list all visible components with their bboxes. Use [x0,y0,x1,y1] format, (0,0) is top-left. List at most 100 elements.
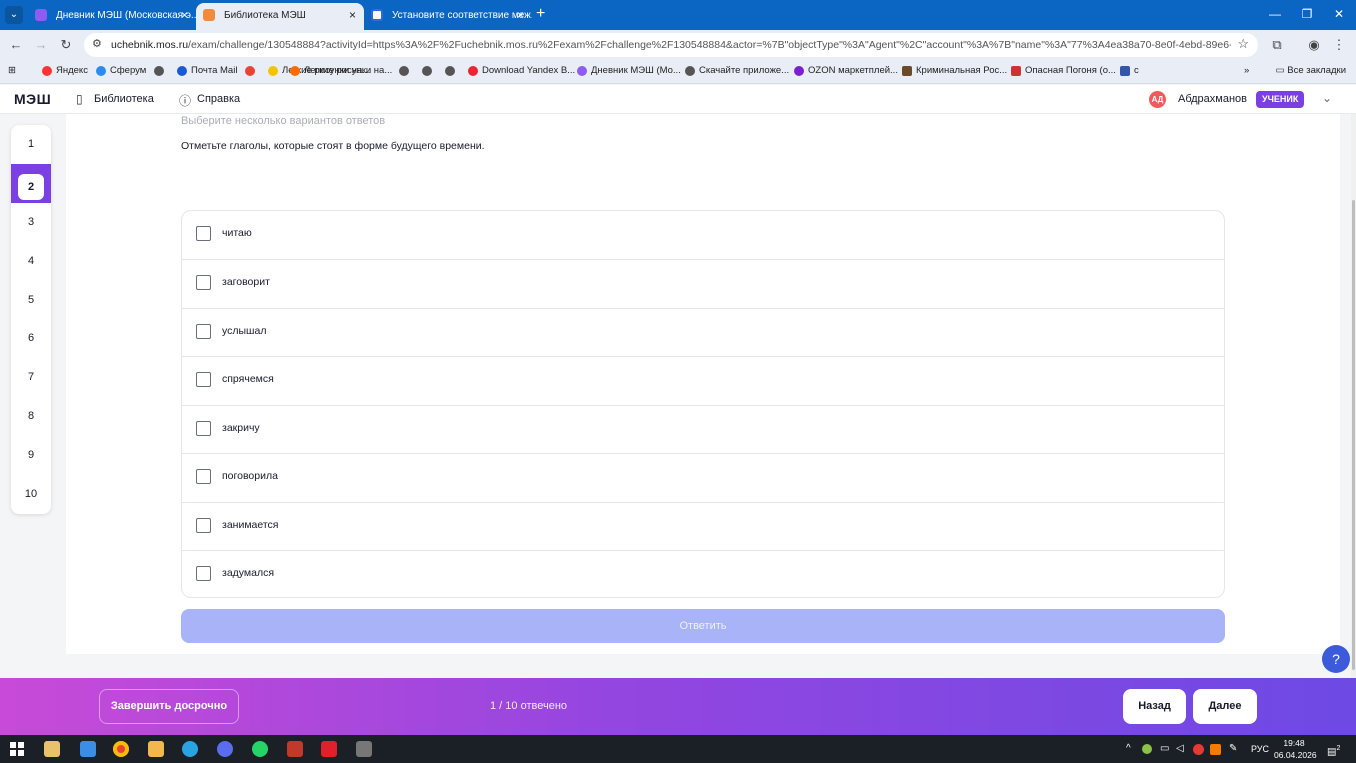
tray-app2-icon[interactable] [1210,744,1221,755]
forward-arrow-icon[interactable]: → [32,36,50,54]
messenger-icon[interactable] [217,741,233,757]
question-nav-item-active[interactable]: 2 [11,164,51,203]
question-nav-item[interactable]: 8 [11,397,51,436]
explorer-icon[interactable] [44,741,60,757]
chase-icon [1011,66,1021,76]
checkbox[interactable] [196,323,211,339]
network-icon[interactable]: ▭ [1160,741,1169,757]
whatsapp-icon[interactable] [252,741,268,757]
notifications-icon[interactable]: ▤2 [1327,741,1340,760]
question-nav-item[interactable]: 1 [11,125,51,164]
checkbox[interactable] [196,566,211,581]
minimize-icon[interactable]: — [1260,4,1290,24]
answer-option[interactable]: поговорила [182,453,1224,502]
finish-early-button[interactable]: Завершить досрочно [99,689,239,724]
apps-grid-icon[interactable]: ⊞ [8,60,16,82]
question-nav-item[interactable]: 5 [11,281,51,320]
answer-option[interactable]: занимается [182,501,1224,551]
checkbox[interactable] [196,275,211,290]
yandex-browser-icon [468,66,478,76]
pen-icon[interactable]: ✎ [1229,741,1237,757]
back-arrow-icon[interactable]: ← [7,36,25,54]
all-bookmarks[interactable]: ▭ Все закладки [1276,60,1346,82]
tray-chevron-icon[interactable]: ^ [1126,741,1131,757]
answer-button[interactable]: Ответить [181,609,1225,643]
volume-icon[interactable]: ◁ [1176,741,1184,757]
language-indicator[interactable]: РУС [1251,741,1269,757]
yandex-tray-icon[interactable] [1193,744,1204,755]
checkbox[interactable] [196,226,211,241]
answer-option[interactable]: услышал [182,307,1224,357]
next-button[interactable]: Далее [1193,689,1257,724]
folder-icon[interactable] [148,741,164,757]
winrar-icon[interactable] [287,741,303,757]
library-link[interactable]: ▯ Библиотека [76,92,154,106]
bookmark-item[interactable]: Яндекс [42,60,88,82]
exam-footer-bar: Завершить досрочно 1 / 10 отвечено Назад… [0,678,1356,735]
checkbox[interactable] [196,517,211,533]
mesh-logo[interactable]: МЭШ [14,91,51,107]
bookmark-item[interactable]: OZON маркетплей... [794,60,898,82]
answer-option[interactable]: закричу [182,404,1224,454]
question-text: Отметьте глаголы, которые стоят в форме … [181,140,485,152]
checkbox[interactable] [196,420,211,436]
bookmark-item[interactable]: Почта Mail [177,60,237,82]
clock[interactable]: 19:48 06.04.2026 [1274,737,1317,761]
profile-icon[interactable]: ◉ [1305,36,1323,54]
bookmark-item[interactable]: Легкие рисунки на... [290,60,392,82]
kaspersky-icon[interactable] [321,741,337,757]
answer-option[interactable]: задумался [182,550,1224,599]
bookmark-item[interactable]: Криминальная Рос... [902,60,1007,82]
bookmark-item[interactable]: Дневник МЭШ (Мо... [577,60,681,82]
bookmark-item[interactable]: Сферум [96,60,146,82]
tray-app-icon[interactable] [1142,744,1152,754]
bookmark-item[interactable]: Download Yandex B... [468,60,575,82]
tool-icon[interactable] [356,741,372,757]
checkbox[interactable] [196,372,211,387]
avatar[interactable]: АД [1149,91,1166,108]
chrome-icon[interactable] [113,741,129,757]
site-settings-icon[interactable]: ⚙ [92,37,102,50]
reload-icon[interactable]: ↻ [57,36,75,54]
checkbox[interactable] [196,469,211,484]
flag-icon [1120,66,1130,76]
new-tab-plus-icon[interactable]: + [536,4,545,24]
extensions-icon[interactable]: ⧉ [1268,36,1286,54]
restore-icon[interactable]: ❐ [1292,4,1322,24]
telegram-icon[interactable] [182,741,198,757]
help-link[interactable]: ⓘ Справка [179,93,240,108]
url-field[interactable]: ⚙ uchebnik.mos.ru/exam/challenge/1305488… [84,33,1258,57]
help-float-button[interactable]: ? [1322,645,1350,673]
answer-option[interactable]: заговорит [182,259,1224,308]
close-tab-icon[interactable]: × [181,3,188,28]
browser-tab-diary[interactable]: Дневник МЭШ (Московская э... × [28,3,196,30]
username[interactable]: Абдрахманов [1178,93,1247,105]
answer-option[interactable]: спрячемся [182,356,1224,405]
browser-tab-library[interactable]: Библиотека МЭШ × [196,3,364,30]
question-nav-item[interactable]: 10 [11,475,51,514]
back-button[interactable]: Назад [1123,689,1186,724]
question-nav-item[interactable]: 9 [11,436,51,475]
question-nav-item[interactable]: 7 [11,358,51,397]
google-icon [245,66,255,76]
close-window-icon[interactable]: ✕ [1324,4,1354,24]
bookmarks-overflow-icon[interactable]: » [1244,60,1249,82]
close-tab-icon[interactable]: × [517,3,524,28]
diary-favicon-icon [35,9,47,21]
browser-tab-matching[interactable]: Установите соответствие меж... × [364,3,532,30]
bookmark-item[interactable]: с [1120,60,1139,82]
question-nav-item[interactable]: 4 [11,242,51,281]
tab-search-chevron-icon[interactable]: ⌄ [5,6,23,24]
question-nav-item[interactable]: 6 [11,319,51,358]
windows-start-icon[interactable] [10,742,24,756]
bookmark-item[interactable]: Скачайте приложе... [685,60,789,82]
chevron-down-icon[interactable]: ⌄ [1322,91,1332,105]
close-tab-icon[interactable]: × [349,3,356,28]
bookmark-star-icon[interactable]: ☆ [1237,36,1249,52]
app-icon[interactable] [80,741,96,757]
more-menu-icon[interactable]: ⋮ [1330,36,1348,54]
scrollbar-thumb[interactable] [1352,200,1355,670]
bookmark-item[interactable]: Опасная Погоня (о... [1011,60,1116,82]
answer-option[interactable]: читаю [182,211,1224,260]
question-nav-item[interactable]: 3 [11,203,51,242]
